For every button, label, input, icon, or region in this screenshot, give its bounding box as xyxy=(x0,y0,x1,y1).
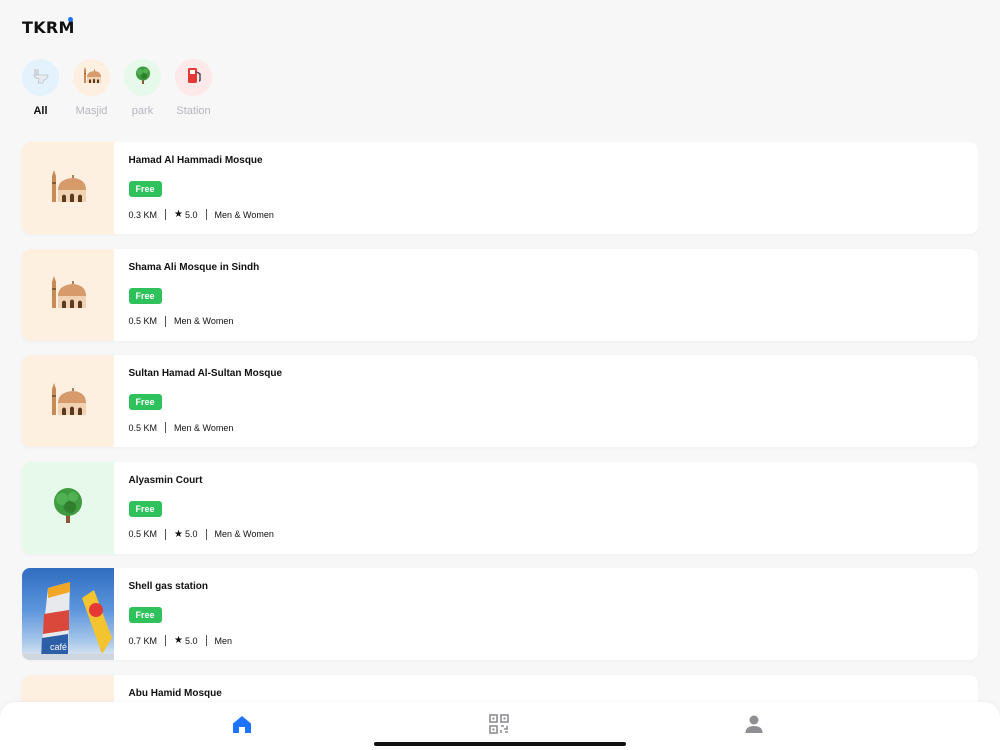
tree-icon xyxy=(48,485,88,530)
place-thumbnail xyxy=(22,142,114,234)
place-meta: 0.5 KM ★ 5.0 Men & Women xyxy=(128,528,274,540)
mosque-icon xyxy=(48,379,88,424)
logo-dot xyxy=(68,17,73,22)
mosque-icon xyxy=(48,272,88,317)
place-meta: 0.3 KM ★ 5.0 Men & Women xyxy=(129,209,274,220)
distance: 0.3 KM xyxy=(128,209,158,220)
category-label: park xyxy=(131,105,154,117)
price-badge: Free xyxy=(128,181,162,197)
mosque-icon xyxy=(48,166,88,211)
place-thumbnail xyxy=(22,355,114,447)
star-icon: ★ xyxy=(174,528,183,540)
star-icon: ★ xyxy=(174,635,183,646)
tab-home[interactable] xyxy=(230,712,254,736)
gender-access: Men & Women xyxy=(174,316,234,326)
divider xyxy=(165,635,167,646)
places-list: Hamad Al Hammadi Mosque Free 0.3 KM ★ 5.0 Men… xyxy=(22,142,978,750)
place-name: Abu Hamid Mosque xyxy=(128,687,222,699)
place-name: Alyasmin Court xyxy=(128,474,203,486)
distance: 0.5 KM xyxy=(128,316,158,326)
divider xyxy=(205,635,207,646)
distance: 0.5 KM xyxy=(128,422,158,433)
place-thumbnail: café xyxy=(22,568,114,660)
divider xyxy=(165,528,167,540)
category-icon-circle xyxy=(175,59,212,96)
place-meta: 0.7 KM ★ 5.0 Men xyxy=(128,635,233,646)
rating: 5.0 xyxy=(184,635,198,646)
place-card[interactable]: Alyasmin Court Free 0.5 KM ★ 5.0 Men & Women xyxy=(22,461,978,554)
category-label: Station xyxy=(176,105,211,117)
divider xyxy=(205,528,207,540)
gas-station-photo: café xyxy=(22,582,114,660)
app-logo: TKRM xyxy=(22,18,75,37)
category-filter-bar: All Masjid park Station xyxy=(22,59,226,117)
price-badge: Free xyxy=(128,500,162,517)
gender-access: Men & Women xyxy=(214,209,274,220)
place-name: Shama Ali Mosque in Sindh xyxy=(128,261,260,273)
place-card[interactable]: Sultan Hamad Al-Sultan Mosque Free 0.5 KM M… xyxy=(22,355,978,447)
category-icon-circle xyxy=(73,59,110,96)
place-thumbnail xyxy=(22,461,114,554)
divider xyxy=(165,422,167,433)
place-info: Shell gas station Free 0.7 KM ★ 5.0 Men xyxy=(114,568,232,660)
rating: 5.0 xyxy=(184,209,198,220)
place-info: Alyasmin Court Free 0.5 KM ★ 5.0 Men & Women xyxy=(114,462,274,554)
price-badge: Free xyxy=(128,394,162,410)
category-all[interactable]: All xyxy=(22,59,59,117)
distance: 0.7 KM xyxy=(128,635,158,646)
category-park[interactable]: park xyxy=(124,59,161,117)
tab-scan[interactable] xyxy=(487,712,511,736)
gender-access: Men & Women xyxy=(174,422,234,433)
place-card[interactable]: Hamad Al Hammadi Mosque Free 0.3 KM ★ 5.0 Men… xyxy=(22,142,978,234)
user-icon xyxy=(745,715,763,733)
place-info: Shama Ali Mosque in Sindh Free 0.5 KM Men &… xyxy=(114,249,259,341)
gender-access: Men xyxy=(214,635,233,646)
home-indicator xyxy=(374,742,626,746)
divider xyxy=(205,209,207,220)
distance: 0.5 KM xyxy=(128,529,158,539)
home-icon xyxy=(233,716,251,733)
tree-icon xyxy=(133,65,153,90)
place-thumbnail xyxy=(22,248,114,341)
photo-sign-text: café xyxy=(50,642,67,652)
fuel-pump-icon xyxy=(184,65,204,90)
price-badge: Free xyxy=(128,607,162,623)
place-name: Hamad Al Hammadi Mosque xyxy=(128,155,263,166)
place-meta: 0.5 KM Men & Women xyxy=(129,422,283,433)
place-name: Sultan Hamad Al-Sultan Mosque xyxy=(128,368,283,379)
rating: 5.0 xyxy=(184,529,198,539)
qr-code-icon xyxy=(489,714,509,734)
place-name: Shell gas station xyxy=(128,581,208,592)
divider xyxy=(165,209,167,220)
category-icon-circle xyxy=(22,59,59,96)
price-badge: Free xyxy=(128,287,162,304)
category-station[interactable]: Station xyxy=(175,59,212,117)
star-icon: ★ xyxy=(174,209,183,220)
place-card[interactable]: café Shell gas station Free 0.7 KM ★ 5.0 Men xyxy=(22,568,978,660)
place-meta: 0.5 KM Men & Women xyxy=(128,315,260,327)
bottom-tab-bar xyxy=(0,702,1000,750)
mosque-icon xyxy=(82,65,102,90)
category-label: Masjid xyxy=(75,105,108,117)
toilet-icon xyxy=(31,65,51,90)
tab-profile[interactable] xyxy=(742,712,766,736)
place-info: Sultan Hamad Al-Sultan Mosque Free 0.5 KM M… xyxy=(114,355,282,447)
place-card[interactable]: Shama Ali Mosque in Sindh Free 0.5 KM Men &… xyxy=(22,248,978,341)
gender-access: Men & Women xyxy=(214,529,274,539)
category-label: All xyxy=(33,105,48,117)
divider xyxy=(165,315,167,327)
category-masjid[interactable]: Masjid xyxy=(73,59,110,117)
place-info: Hamad Al Hammadi Mosque Free 0.3 KM ★ 5.0 Men… xyxy=(114,142,274,234)
category-icon-circle xyxy=(124,59,161,96)
